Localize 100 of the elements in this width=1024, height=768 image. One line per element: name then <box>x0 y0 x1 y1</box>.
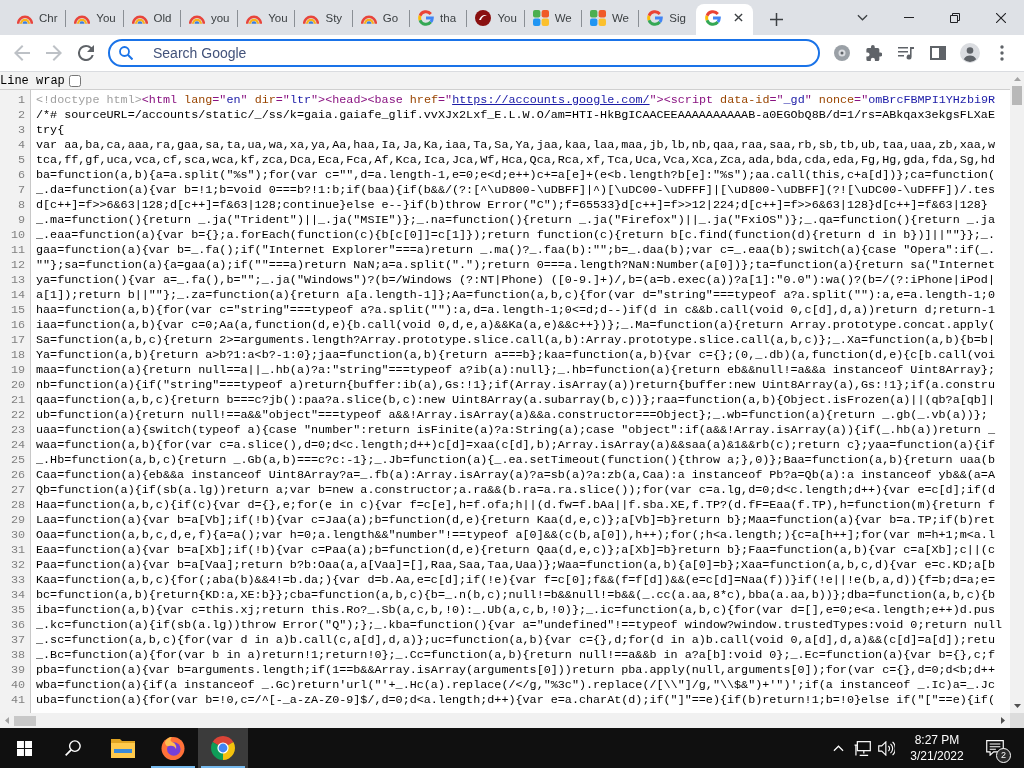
browser-tab[interactable]: Sty <box>294 4 352 35</box>
code-line: qaa=function(a,b,c){return b===c?jb():paa?a.slice(b,c):new Uint8Array(a.subarray(b,c))};raa=function(a,b){Object.isFrozen(a)||(qb?a[qb]| <box>36 393 996 408</box>
close-icon[interactable] <box>733 13 743 22</box>
line-number: 15 <box>9 303 25 318</box>
line-number: 41 <box>9 693 25 708</box>
restore-icon[interactable] <box>950 12 960 23</box>
browser-tab[interactable]: you <box>179 4 238 35</box>
tiles-icon <box>589 9 606 26</box>
scrollbar-thumb[interactable] <box>1012 86 1022 105</box>
search-icon[interactable] <box>65 740 81 756</box>
clock-date[interactable]: 3/21/2022 <box>910 748 964 764</box>
browser-tab[interactable]: Chr <box>8 4 66 35</box>
notification-count: 2 <box>996 748 1011 763</box>
browser-tab[interactable]: You <box>466 4 524 35</box>
code-line: d[c++]=f>>6&63|128;d[c++]=f&63|128;continue}else e--}if(b)throw Error("C");f=65533}d[c++]=f>>12|224;d[c++]=f>>6&63|128}d[c++]=f&63|128} <box>36 198 989 213</box>
clock-time[interactable]: 8:27 PM <box>914 732 960 748</box>
menu-icon[interactable] <box>1000 45 1004 61</box>
horizontal-scrollbar[interactable] <box>0 713 1010 728</box>
code-line: pba=function(a){var b=arguments.length;if(1==b&&Array.isArray(arguments[0]))return pba.apply(null,arguments[0]);for(var c={},d=0;d<b;d++ <box>36 663 996 678</box>
reload-icon[interactable] <box>78 45 94 61</box>
line-wrap-checkbox[interactable] <box>68 74 81 87</box>
vertical-scrollbar[interactable] <box>1010 72 1024 713</box>
plus-icon[interactable] <box>770 12 784 26</box>
line-number: 21 <box>9 393 25 408</box>
puzzle-icon[interactable] <box>866 45 882 61</box>
chevron-up-icon[interactable] <box>832 744 844 752</box>
folder-icon <box>111 736 135 760</box>
code-line: _.kc=function(a){if(sb(a.lg))throw Error("Q");};_.kba=function(){var a="undefined"!==typeof window?window.trustedTypes:void 0;return null <box>36 618 1003 633</box>
code-line: nb=function(a){if("string"===typeof a)return{buffer:ib(a),Gs:!1};if(Array.isArray(a))return{buffer:new Uint8Array(a),Gs:!1};if(a.constru <box>36 378 996 393</box>
line-number: 18 <box>9 348 25 363</box>
code-line: uba=function(a){for(var b=!0,c=/^[-_a-zA-Z0-9]$/,d=0;d<a.length;d++){var e=a.charAt(d);if("]"==e){if(b)return!1;b=!0}else if("["==e){if( <box>36 693 996 708</box>
code-line: /*# sourceURL=/accounts/static/_/ss/k=gaia.gaiafe_glif.vvXJx2Lxf_E.L.W.O/am=HTI-HkBgICAACEEAAAAAAAAAAB-a0EGObQ8B/d=1/rs=ABkqax3ekgsFLXaE <box>36 108 996 123</box>
code-line: Caa=function(a){eb&&a instanceof Uint8Array?a=_.fb(a):Array.isArray(a)?a=sb(a)?a:zb(a,Caa):a instanceof Pb?a=Qb(a):a instanceof yb&&(a=A <box>36 468 996 483</box>
g-logo-icon <box>418 9 435 26</box>
browser-tab[interactable]: We <box>523 4 581 35</box>
line-number: 39 <box>9 663 25 678</box>
side-panel-icon[interactable] <box>930 45 946 61</box>
line-number: 24 <box>9 438 25 453</box>
line-number: 16 <box>9 318 25 333</box>
code-line: _.eaa=function(a){var b={};a.forEach(function(c){b[c[0]]=c[1]});return function(c){return b[c.find(function(d){return d in b})]||""}};_. <box>36 228 996 243</box>
code-line: Oaa=function(a,b,c,d,e,f){a=a();var h=0;a.length&&"number"!==typeof a[0]&&(c(b,a[0]),h++);for(;h<a.length;){c=a[h++];for(var m=h+1;m<a.l <box>36 528 996 543</box>
line-number: 13 <box>9 273 25 288</box>
speaker-icon[interactable] <box>877 740 895 756</box>
line-number: 22 <box>9 408 25 423</box>
code-line: bc=function(a,b){return{KD:a,XE:b}};cba=function(a,b,c){b=_.n(b,c);null!=b&&null!=b&&(_.cc(a.aa,8*c),bba(a.aa,b))};dba=function(a,b,c){b <box>36 588 996 603</box>
line-number: 34 <box>9 588 25 603</box>
g-logo-icon <box>704 9 721 26</box>
line-number: 6 <box>16 168 25 183</box>
line-number: 5 <box>16 153 25 168</box>
browser-tab[interactable]: Old <box>122 4 180 35</box>
code-line: var aa,ba,ca,aaa,ra,gaa,sa,ta,ua,wa,xa,ya,Aa,haa,Ia,Ja,Ka,iaa,Ta,Sa,Ya,jaa,kaa,laa,maa,jb,lb,nb,qaa,raa,saa,rb,sb,tb,ub,taa,uaa,zb,xaa,w <box>36 138 996 153</box>
line-number: 20 <box>9 378 25 393</box>
line-number: 36 <box>9 618 25 633</box>
scrollbar-thumb[interactable] <box>14 715 36 726</box>
taskbar-button[interactable] <box>198 728 248 768</box>
line-number: 8 <box>16 198 25 213</box>
browser-tab[interactable]: You <box>65 4 123 35</box>
scroll-right-icon[interactable] <box>1001 717 1005 724</box>
line-number: 38 <box>9 648 25 663</box>
close-icon[interactable] <box>996 12 1006 23</box>
code-line: try{ <box>36 123 66 138</box>
code-line: Paa=function(a){var b=a[Vaa];return b?b:Oaa(a,a[Vaa]=[],Raa,Saa,Taa,Uaa)};Waa=function(a,b){a[0]=b};Xaa=function(a,b,c,d){var e=c.KD;a[b <box>36 558 996 573</box>
code-line: Laa=function(a){var b=a[Vb];if(!b){var c=Jaa(a);b=function(d,e){return Kaa(d,e,c)};a[Vb]=b}return b};Maa=function(a){var b=a.TP;if(b)ret <box>36 513 996 528</box>
line-wrap-label: Line wrap <box>0 73 65 88</box>
browser-tab[interactable]: tha <box>409 4 467 35</box>
browser-tab[interactable]: We <box>580 4 639 35</box>
browser-tab[interactable]: You <box>237 4 295 35</box>
code-line: iba=function(a,b){var c=this.xj;return this.Ro?_.Sb(a,c,b,!0):_.Ub(a,c,b,!0)};_.ic=function(a,b,c){for(var d=[],e=0;e<a.length;e++)d.pus <box>36 603 996 618</box>
search-icon <box>119 46 133 60</box>
code-line: ba=function(a,b){a=a.split("%s");for(var c="",d=a.length-1,e=0;e<d;e++)c+=a[e]+(e<b.length?b[e]:"%s");aa.call(this,c+a[d])};ca=function( <box>36 168 996 183</box>
windows-logo-icon[interactable] <box>16 740 32 756</box>
line-number: 14 <box>9 288 25 303</box>
line-number: 9 <box>16 213 25 228</box>
notification-icon[interactable] <box>986 740 1004 756</box>
flame-globe-icon <box>161 736 185 760</box>
disc-icon[interactable] <box>834 45 850 61</box>
line-number: 4 <box>16 138 25 153</box>
code-line: Kaa=function(a,b,c){for(;aba(b)&&4!=b.da;){var d=b.Aa,e=c[d];if(!e){var f=c[0];f&&(f=f[d])&&(e=c[d]=Naa(f))}if(!e||!e(b,a,d)){f=b;d=a;e= <box>36 573 996 588</box>
disc-logo-icon <box>475 9 492 26</box>
line-number: 12 <box>9 258 25 273</box>
chevron-down-icon[interactable] <box>856 14 868 21</box>
line-number: 35 <box>9 603 25 618</box>
browser-tab[interactable]: Sig <box>638 4 696 35</box>
source-link[interactable]: https://accounts.google.com/ <box>452 93 650 107</box>
scroll-down-icon[interactable] <box>1013 704 1021 708</box>
line-number: 32 <box>9 558 25 573</box>
music-list-icon[interactable] <box>898 45 914 61</box>
code-line: Qb=function(a){if(sb(a.lg))return a;var b=new a.constructor;a.ra&&(b.ra=a.ra.slice());for(var c=a.lg,d=0;d<c.length;d++){var e=c[d];if(d <box>36 483 996 498</box>
line-number: 17 <box>9 333 25 348</box>
line-number: 31 <box>9 543 25 558</box>
code-line: Ya=function(a,b){return a>b?1:a<b?-1:0};jaa=function(a,b){return a===b};kaa=function(a,b){var c={};(0,_.db)(a,function(d,e){c[b.call(voi <box>36 348 996 363</box>
line-number: 40 <box>9 678 25 693</box>
code-line: _.ma=function(){return _.ja("Trident")||_.ja("MSIE")};_.na=function(){return _.ja("Firefox")||_.ja("FxiOS")};_.qa=function(){return _.ja <box>36 213 996 228</box>
line-number: 30 <box>9 528 25 543</box>
code-line: maa=function(a){return null==a||_.hb(a)?a:"string"===typeof a?ib(a):null};_.hb=function(a){return eb&&null!=a&&a instanceof Uint8Array}; <box>36 363 996 378</box>
browser-tab[interactable]: Go <box>351 4 410 35</box>
browser-tab[interactable] <box>695 4 753 35</box>
avatar-icon[interactable] <box>960 43 980 63</box>
network-icon[interactable] <box>853 740 871 756</box>
address-field[interactable]: Search Google <box>108 39 820 67</box>
